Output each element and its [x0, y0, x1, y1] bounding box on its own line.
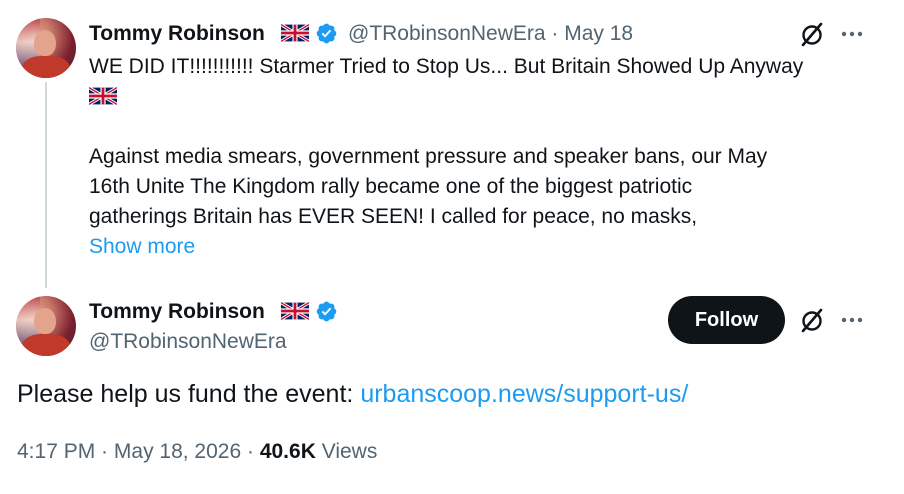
- views-label: Views: [315, 440, 378, 463]
- tweet-date[interactable]: May 18, 2026: [114, 440, 241, 463]
- tweet-meta: @TRobinsonNewEra · May 18: [348, 22, 634, 45]
- author-name[interactable]: Tommy Robinson: [89, 22, 265, 46]
- verified-badge-icon[interactable]: [315, 300, 338, 323]
- support-link[interactable]: urbanscoop.news/support-us/: [360, 380, 688, 408]
- more-options-icon[interactable]: [834, 302, 870, 338]
- tweet-time[interactable]: 4:17 PM: [17, 440, 95, 463]
- verified-badge-icon[interactable]: [315, 22, 338, 45]
- uk-flag-icon: [281, 302, 309, 320]
- author-name[interactable]: Tommy Robinson: [89, 300, 265, 324]
- tweet-text-line: WE DID IT!!!!!!!!!!! Starmer Tried to St…: [89, 55, 804, 78]
- tweet-text-line: gatherings Britain has EVER SEEN! I call…: [89, 205, 698, 228]
- uk-flag-icon: [281, 24, 309, 42]
- grok-icon[interactable]: [794, 302, 830, 338]
- tweet-date[interactable]: May 18: [564, 22, 633, 45]
- show-more-link[interactable]: Show more: [89, 232, 195, 262]
- author-handle[interactable]: @TRobinsonNewEra: [348, 22, 546, 45]
- uk-flag-icon: [89, 87, 117, 105]
- tweet-text-line: Against media smears, government pressur…: [89, 145, 768, 168]
- tweet-text-line: 16th Unite The Kingdom rally became one …: [89, 175, 693, 198]
- tweet-text: Please help us fund the event: urbanscoo…: [17, 380, 689, 408]
- thread-connector-line: [45, 82, 47, 288]
- author-handle[interactable]: @TRobinsonNewEra: [89, 330, 287, 354]
- avatar[interactable]: [16, 296, 76, 356]
- views-count: 40.6K: [259, 440, 316, 463]
- more-options-icon[interactable]: [834, 16, 870, 52]
- grok-icon[interactable]: [794, 16, 830, 52]
- tweet-footer: 4:17 PM · May 18, 2026 · 40.6K Views: [17, 440, 378, 463]
- avatar[interactable]: [16, 18, 76, 78]
- follow-button[interactable]: Follow: [668, 296, 785, 344]
